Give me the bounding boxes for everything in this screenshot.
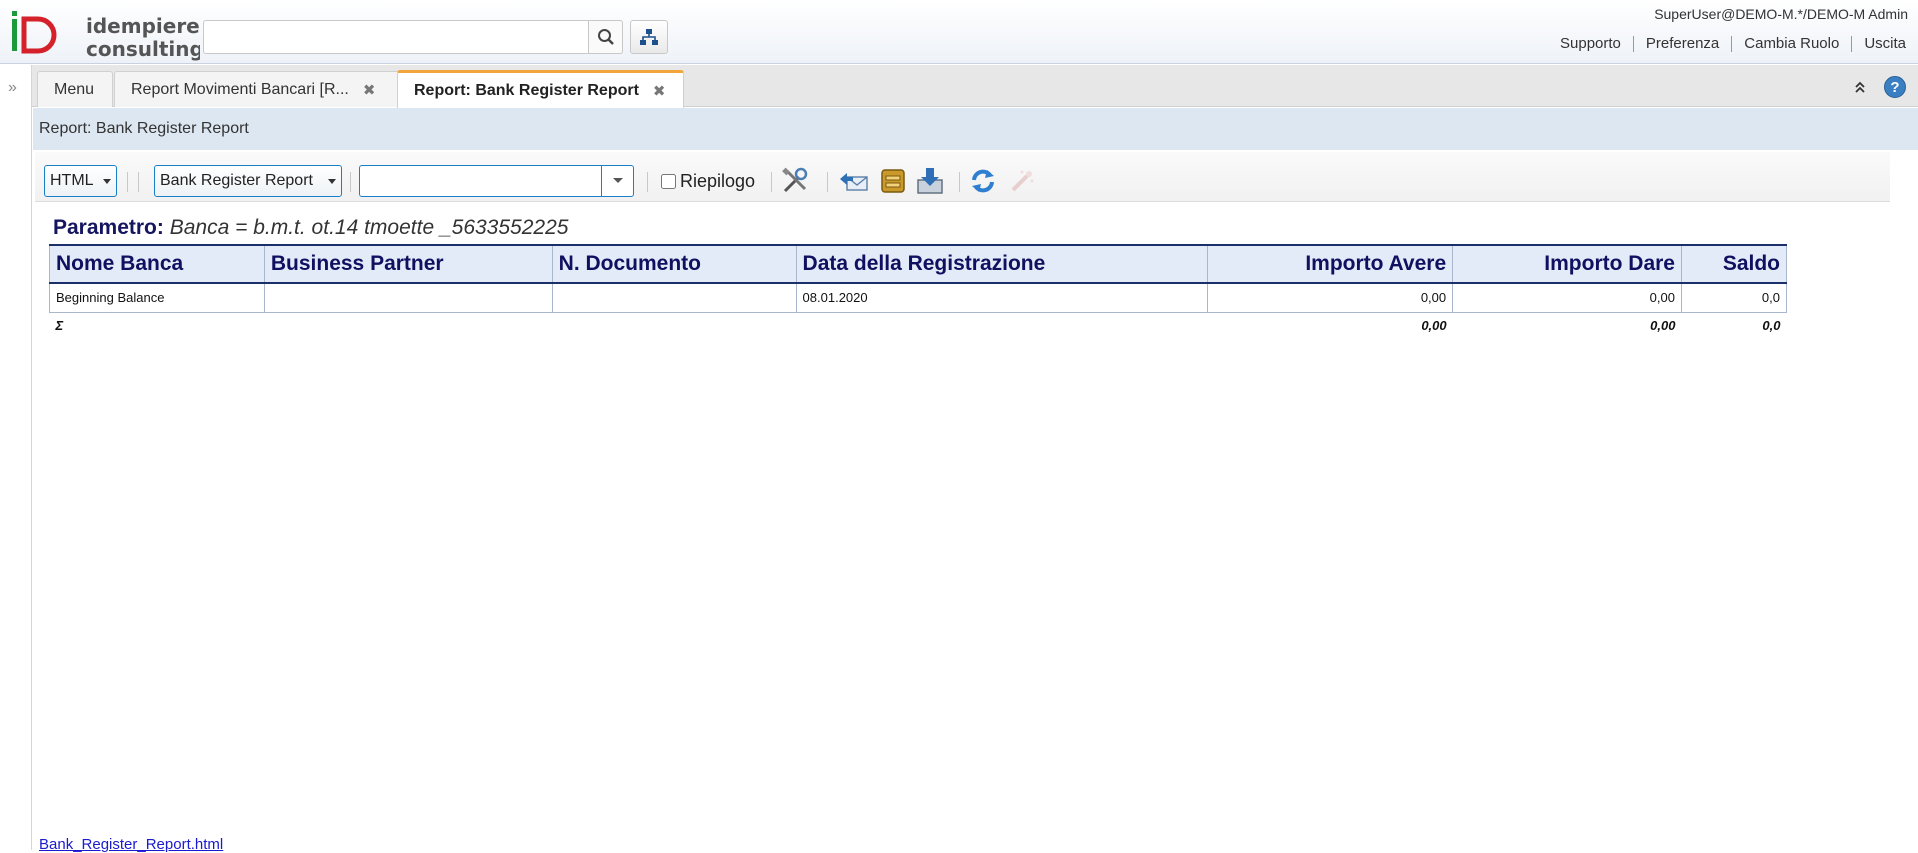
total-cell: 0,00 <box>1421 317 1447 333</box>
window-title-band: Report: Bank Register Report <box>33 108 1918 150</box>
column-header[interactable]: Business Partner <box>264 244 553 284</box>
table-cell: 0,0 <box>1681 283 1788 313</box>
west-panel-collapsed: » <box>0 65 32 850</box>
refresh-icon[interactable] <box>968 166 998 196</box>
svg-text:consulting: consulting <box>86 37 200 61</box>
app-header: idempiere consulting SuperUser@DEMO-M.*/… <box>0 0 1918 64</box>
support-link[interactable]: Supporto <box>1548 36 1633 52</box>
header-links: Supporto Preferenza Cambia Ruolo Uscita <box>1548 36 1918 52</box>
total-cell: 0,0 <box>1762 317 1781 333</box>
summary-label: Riepilogo <box>680 171 756 191</box>
user-info: SuperUser@DEMO-M.*/DEMO-M Admin <box>1654 6 1908 22</box>
wizard-icon <box>1007 166 1037 196</box>
total-cell: Σ <box>55 317 64 333</box>
customize-icon[interactable] <box>780 166 810 196</box>
export-icon[interactable] <box>915 166 945 196</box>
tab-report-movimenti[interactable]: Report Movimenti Bancari [R... ✖ <box>114 71 426 107</box>
toolbar-divider <box>771 172 772 192</box>
close-icon[interactable]: ✖ <box>653 82 666 100</box>
toolbar-divider <box>959 172 960 192</box>
table-cell <box>552 283 797 313</box>
tab-label: Menu <box>54 80 95 98</box>
chevron-down-icon <box>103 179 111 184</box>
chevron-down-icon <box>328 179 336 184</box>
table-header-row: Nome Banca Business Partner N. Documento… <box>49 244 1788 284</box>
menu-tree-button[interactable] <box>630 20 668 54</box>
report-toolbar: HTML Bank Register Report Riepilogo <box>35 152 1890 202</box>
toolbar-divider <box>827 172 828 192</box>
table-row: Beginning Balance 08.01.2020 0,00 0,00 0… <box>49 283 1788 313</box>
archive-icon[interactable] <box>878 166 908 196</box>
send-mail-icon[interactable] <box>839 166 869 196</box>
preferences-link[interactable]: Preferenza <box>1632 36 1731 52</box>
format-select[interactable]: HTML <box>44 165 117 197</box>
tab-label: Report Movimenti Bancari [R... <box>131 80 349 98</box>
table-cell: Beginning Balance <box>49 283 265 313</box>
search-button[interactable] <box>589 20 623 54</box>
window-title: Report: Bank Register Report <box>39 120 249 137</box>
column-header[interactable]: Nome Banca <box>49 244 265 284</box>
column-header[interactable]: Saldo <box>1681 244 1788 284</box>
report-parameter: Parametro: Banca = b.m.t. ot.14 tmoette … <box>49 216 1789 240</box>
tab-label: Report: Bank Register Report <box>414 81 639 99</box>
parameter-value: Banca = b.m.t. ot.14 tmoette _5633552225 <box>169 216 569 239</box>
global-search-input[interactable] <box>203 20 589 54</box>
print-format-combobox[interactable] <box>359 165 634 197</box>
table-cell: 0,00 <box>1452 283 1682 313</box>
report-table: Nome Banca Business Partner N. Documento… <box>49 244 1788 338</box>
chevron-down-icon <box>612 178 623 183</box>
report-content: Parametro: Banca = b.m.t. ot.14 tmoette … <box>49 216 1789 338</box>
total-cell <box>796 312 1208 338</box>
close-icon[interactable]: ✖ <box>363 81 376 99</box>
search-icon <box>597 29 614 45</box>
report-value: Bank Register Report <box>160 172 313 189</box>
column-header[interactable]: Importo Avere <box>1207 244 1454 284</box>
table-cell: 08.01.2020 <box>796 283 1209 313</box>
help-icon[interactable]: ? <box>1884 76 1906 98</box>
table-cell <box>264 283 553 313</box>
tab-menu[interactable]: Menu <box>37 71 113 107</box>
total-cell <box>552 312 796 338</box>
expand-panel-icon[interactable]: » <box>8 79 17 97</box>
svg-text:idempiere: idempiere <box>86 14 200 38</box>
toolbar-divider <box>138 172 139 192</box>
total-cell <box>264 312 552 338</box>
tab-bar: Menu Report Movimenti Bancari [R... ✖ Re… <box>32 65 1918 108</box>
tab-bank-register-report[interactable]: Report: Bank Register Report ✖ <box>397 70 684 108</box>
column-header[interactable]: Importo Dare <box>1452 244 1682 284</box>
combobox-dropdown-button[interactable] <box>601 166 633 196</box>
column-header[interactable]: N. Documento <box>552 244 797 284</box>
total-cell: 0,00 <box>1650 317 1676 333</box>
report-select[interactable]: Bank Register Report <box>154 165 342 197</box>
table-cell: 0,00 <box>1207 283 1454 313</box>
table-total-row: Σ 0,00 0,00 0,0 <box>50 312 1787 338</box>
sitemap-icon <box>640 29 658 45</box>
parameter-label: Parametro: <box>53 216 164 239</box>
change-role-link[interactable]: Cambia Ruolo <box>1731 36 1851 52</box>
summary-checkbox-input[interactable] <box>661 174 676 189</box>
column-header[interactable]: Data della Registrazione <box>796 244 1209 284</box>
format-value: HTML <box>50 172 94 189</box>
report-file-link[interactable]: Bank_Register_Report.html <box>39 836 223 853</box>
toolbar-divider <box>127 172 128 192</box>
collapse-header-icon[interactable] <box>1854 80 1866 98</box>
toolbar-divider <box>350 172 351 192</box>
idempiere-logo[interactable]: idempiere consulting <box>10 9 204 61</box>
toolbar-divider <box>647 172 648 192</box>
summary-checkbox[interactable]: Riepilogo <box>661 171 755 192</box>
logout-link[interactable]: Uscita <box>1851 36 1918 52</box>
